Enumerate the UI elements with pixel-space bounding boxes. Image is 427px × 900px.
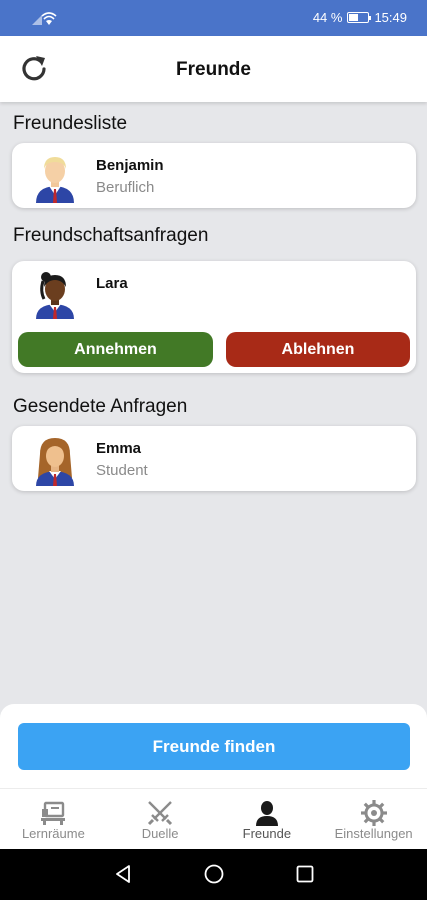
back-icon[interactable] <box>112 863 134 885</box>
find-friends-button[interactable]: Freunde finden <box>18 723 410 770</box>
section-title-friends: Freundesliste <box>13 113 128 134</box>
decline-button[interactable]: Ablehnen <box>226 332 410 367</box>
home-icon[interactable] <box>203 863 225 885</box>
classroom-icon <box>41 801 66 825</box>
clock: 15:49 <box>374 10 407 25</box>
nav-label-einstellungen: Einstellungen <box>334 826 413 841</box>
page-title: Freunde <box>176 59 251 80</box>
request-card-lara: Lara Annehmen Ablehnen <box>12 261 416 373</box>
sent-card-emma[interactable]: Emma Student <box>12 426 416 491</box>
nav-label-freunde: Freunde <box>242 826 292 841</box>
friend-name: Benjamin <box>96 157 164 174</box>
status-bar: 44 % 15:49 <box>0 0 427 36</box>
recents-icon[interactable] <box>294 863 316 885</box>
section-title-sent: Gesendete Anfragen <box>13 396 188 417</box>
section-title-requests: Freundschaftsanfragen <box>13 225 209 246</box>
battery-icon <box>347 12 372 23</box>
system-navigation-bar <box>0 849 427 900</box>
female-brown-avatar <box>36 438 74 486</box>
female-dark-avatar <box>36 272 74 319</box>
sent-subtitle: Student <box>96 462 148 479</box>
bottom-navigation: Lernräume Duelle Freunde Einstellungen <box>0 788 427 849</box>
nav-item-duelle[interactable]: Duelle <box>107 789 214 849</box>
person-icon <box>255 801 278 826</box>
friend-subtitle: Beruflich <box>96 179 155 196</box>
nav-label-lernraeume: Lernräume <box>21 826 85 841</box>
friend-card-benjamin[interactable]: Benjamin Beruflich <box>12 143 416 208</box>
sent-name: Emma <box>96 440 142 457</box>
bottom-panel: Freunde finden <box>0 704 427 788</box>
nav-item-einstellungen[interactable]: Einstellungen <box>320 789 427 849</box>
male-blond-avatar <box>36 157 74 203</box>
nav-item-freunde[interactable]: Freunde <box>214 789 321 849</box>
signal-wifi-icon <box>32 12 57 25</box>
request-name: Lara <box>96 275 128 292</box>
nav-item-lernraeume[interactable]: Lernräume <box>0 789 107 849</box>
gear-icon <box>360 800 387 826</box>
battery-percent: 44 % <box>312 10 343 25</box>
nav-label-duelle: Duelle <box>141 826 179 841</box>
swords-icon <box>148 801 173 826</box>
accept-button[interactable]: Annehmen <box>18 332 213 367</box>
app-bar: Freunde <box>0 36 427 102</box>
